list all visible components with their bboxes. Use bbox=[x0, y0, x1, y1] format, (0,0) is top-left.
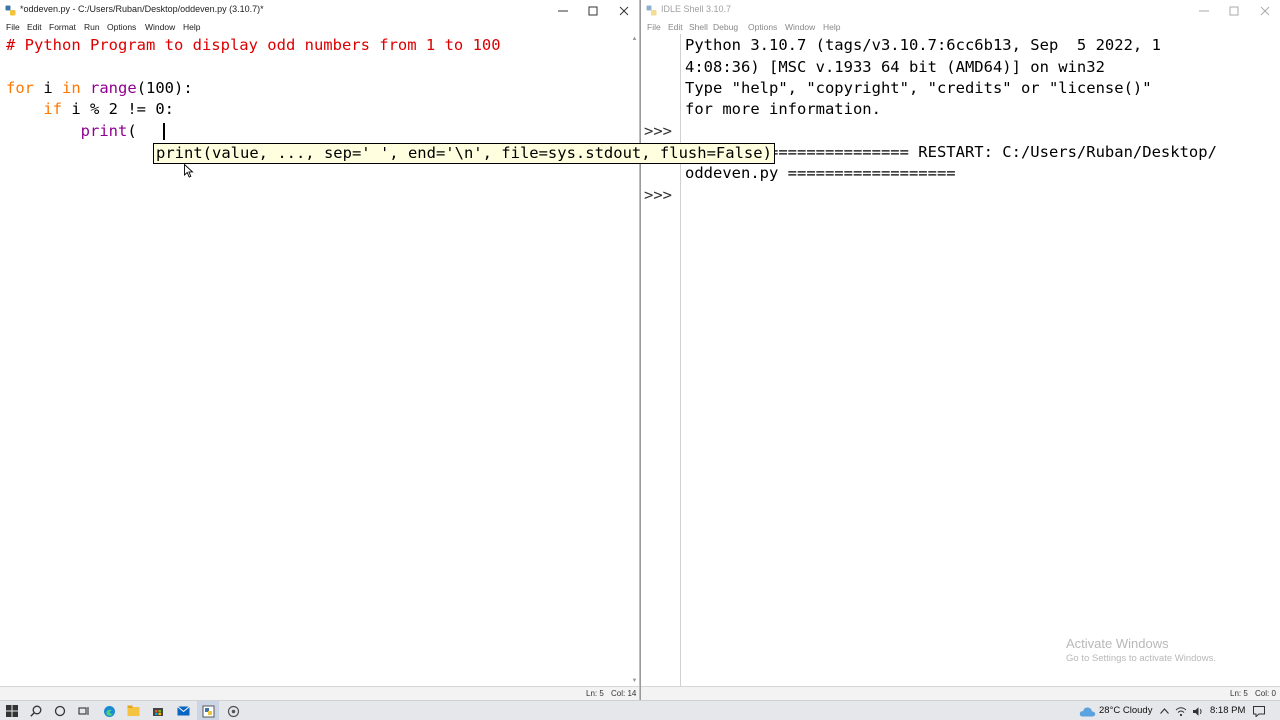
python-icon bbox=[646, 5, 657, 16]
code-text: ( bbox=[127, 122, 137, 140]
keyword-for: for bbox=[6, 79, 34, 97]
volume-icon[interactable] bbox=[1191, 704, 1205, 718]
mouse-pointer-icon bbox=[184, 164, 194, 178]
close-button[interactable] bbox=[1250, 0, 1280, 21]
menu-edit[interactable]: Edit bbox=[27, 22, 42, 32]
notification-icon[interactable] bbox=[1252, 704, 1266, 718]
shell-line-number: Ln: 5 bbox=[1230, 689, 1248, 698]
editor-window: *oddeven.py - C:/Users/Ruban/Desktop/odd… bbox=[0, 0, 640, 700]
shell-window: IDLE Shell 3.10.7 File Edit Shell Debug … bbox=[640, 0, 1280, 700]
mail-icon[interactable] bbox=[176, 704, 190, 718]
menu-format[interactable]: Format bbox=[49, 22, 76, 32]
scroll-down-icon[interactable]: ▼ bbox=[630, 676, 639, 686]
code-editor[interactable]: # Python Program to display odd numbers … bbox=[0, 34, 630, 686]
shell-line: for more information. bbox=[685, 100, 881, 118]
editor-scrollbar[interactable]: ▲ ▼ bbox=[630, 34, 639, 686]
close-button[interactable] bbox=[609, 0, 639, 21]
keyword-in: in bbox=[62, 79, 81, 97]
shell-statusbar: Ln: 5 Col: 0 bbox=[641, 686, 1280, 700]
close-icon bbox=[1260, 6, 1270, 15]
menu-run[interactable]: Run bbox=[84, 22, 100, 32]
shell-column-number: Col: 0 bbox=[1255, 689, 1276, 698]
code-text: (100): bbox=[136, 79, 193, 97]
activate-title: Activate Windows bbox=[1066, 636, 1169, 651]
maximize-button[interactable] bbox=[578, 0, 608, 21]
weather-text[interactable]: 28°C Cloudy bbox=[1099, 705, 1152, 716]
menu-window[interactable]: Window bbox=[785, 22, 815, 32]
windows-start-icon[interactable] bbox=[5, 704, 19, 718]
chevron-up-icon[interactable] bbox=[1157, 704, 1171, 718]
minimize-button[interactable] bbox=[1189, 0, 1219, 21]
shell-line: 4:08:36) [MSC v.1933 64 bit (AMD64)] on … bbox=[685, 58, 1105, 76]
minimize-icon bbox=[558, 10, 568, 11]
menu-edit[interactable]: Edit bbox=[668, 22, 683, 32]
code-comment: # Python Program to display odd numbers … bbox=[6, 36, 501, 54]
search-icon[interactable] bbox=[29, 704, 43, 718]
builtin-print: print bbox=[80, 122, 128, 140]
taskbar: 28°C Cloudy 8:18 PM bbox=[0, 700, 1280, 720]
idle-editor-taskbar-icon[interactable] bbox=[201, 704, 215, 718]
builtin-range: range bbox=[90, 79, 137, 97]
menu-file[interactable]: File bbox=[647, 22, 661, 32]
clock-time[interactable]: 8:18 PM bbox=[1210, 705, 1245, 716]
code-line-for: for i in range(100): bbox=[6, 79, 193, 97]
editor-title: *oddeven.py - C:/Users/Ruban/Desktop/odd… bbox=[20, 4, 264, 14]
shell-output[interactable]: Python 3.10.7 (tags/v3.10.7:6cc6b13, Sep… bbox=[685, 34, 1275, 686]
menu-help[interactable]: Help bbox=[823, 22, 840, 32]
code-text: i bbox=[34, 79, 62, 97]
shell-line: Type "help", "copyright", "credits" or "… bbox=[685, 79, 1152, 97]
file-explorer-icon[interactable] bbox=[126, 704, 140, 718]
weather-cloud-icon[interactable] bbox=[1078, 704, 1096, 718]
activate-subtitle: Go to Settings to activate Windows. bbox=[1066, 653, 1216, 664]
editor-titlebar[interactable]: *oddeven.py - C:/Users/Ruban/Desktop/odd… bbox=[0, 0, 639, 21]
store-icon[interactable] bbox=[151, 704, 165, 718]
shell-restart-line: oddeven.py ================== bbox=[685, 164, 956, 182]
maximize-icon bbox=[1229, 6, 1239, 15]
network-icon[interactable] bbox=[1174, 704, 1188, 718]
menu-shell[interactable]: Shell bbox=[689, 22, 708, 32]
maximize-icon bbox=[588, 6, 598, 15]
shell-line: Python 3.10.7 (tags/v3.10.7:6cc6b13, Sep… bbox=[685, 36, 1161, 54]
python-shell-taskbar-icon[interactable] bbox=[226, 704, 240, 718]
shell-prompt-gutter: >>> >>> bbox=[641, 34, 681, 686]
shell-prompt: >>> bbox=[644, 122, 672, 140]
activate-windows-watermark: Activate Windows Go to Settings to activ… bbox=[1066, 636, 1216, 664]
code-line-if: if i % 2 != 0: bbox=[6, 100, 174, 118]
minimize-icon bbox=[1199, 10, 1209, 11]
editor-line-number: Ln: 5 bbox=[586, 689, 604, 698]
shell-menubar: File Edit Shell Debug Options Window Hel… bbox=[641, 21, 1280, 34]
code-line-print: print( bbox=[6, 122, 137, 140]
text-cursor bbox=[163, 123, 165, 140]
menu-options[interactable]: Options bbox=[748, 22, 777, 32]
editor-menubar: File Edit Format Run Options Window Help bbox=[0, 21, 639, 34]
calltip-tooltip: print(value, ..., sep=' ', end='\n', fil… bbox=[153, 143, 775, 164]
python-icon bbox=[5, 5, 16, 16]
scroll-up-icon[interactable]: ▲ bbox=[630, 34, 639, 44]
editor-column-number: Col: 14 bbox=[611, 689, 637, 698]
close-icon bbox=[619, 6, 629, 15]
shell-prompt: >>> bbox=[644, 186, 672, 204]
menu-window[interactable]: Window bbox=[145, 22, 175, 32]
menu-debug[interactable]: Debug bbox=[713, 22, 738, 32]
maximize-button[interactable] bbox=[1219, 0, 1249, 21]
editor-statusbar: Ln: 5 Col: 14 bbox=[0, 686, 639, 700]
keyword-if: if bbox=[43, 100, 62, 118]
code-text: i % 2 != 0: bbox=[62, 100, 174, 118]
cortana-icon[interactable] bbox=[53, 704, 67, 718]
menu-help[interactable]: Help bbox=[183, 22, 200, 32]
menu-options[interactable]: Options bbox=[107, 22, 136, 32]
shell-title: IDLE Shell 3.10.7 bbox=[661, 4, 732, 14]
menu-file[interactable]: File bbox=[6, 22, 20, 32]
minimize-button[interactable] bbox=[548, 0, 578, 21]
edge-browser-icon[interactable] bbox=[102, 704, 116, 718]
task-view-icon[interactable] bbox=[77, 704, 91, 718]
shell-titlebar[interactable]: IDLE Shell 3.10.7 bbox=[641, 0, 1280, 21]
